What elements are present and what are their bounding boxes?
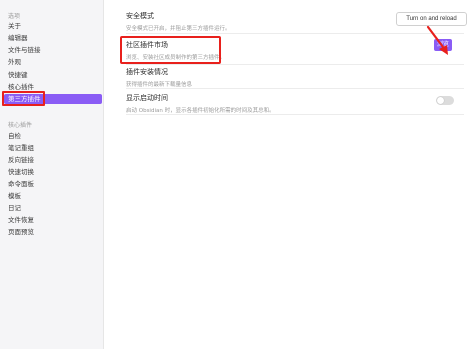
sidebar-item-files-links[interactable]: 文件与链接 [4, 45, 102, 55]
annotation-arrow-icon [426, 25, 448, 55]
settings-sidebar: 选项 关于 编辑器 文件与链接 外观 快捷键 核心插件 第三方插件 核心插件 自… [0, 0, 104, 349]
show-startup-time-desc: 启动 Obsidian 时，显示各插件初始化所需的时间及其总和。 [126, 108, 275, 114]
sidebar-item-page-preview[interactable]: 页面预览 [4, 227, 102, 237]
sidebar-item-file-recovery[interactable]: 文件恢复 [4, 215, 102, 225]
settings-content: 安全模式 安全模式已开启，并阻止第三方插件运行。 Turn on and rel… [105, 0, 474, 349]
setting-show-startup-time: 显示启动时间 启动 Obsidian 时，显示各插件初始化所需的时间及其总和。 [126, 93, 461, 114]
sidebar-item-backlinks[interactable]: 反向链接 [4, 155, 102, 165]
show-startup-time-toggle[interactable] [436, 96, 454, 105]
install-status-desc: 获得插件的最新下载量信息 [126, 82, 193, 88]
show-startup-time-title: 显示启动时间 [126, 94, 168, 102]
divider [126, 88, 464, 89]
sidebar-item-daily-notes[interactable]: 日记 [4, 203, 102, 213]
options-heading: 选项 [8, 13, 21, 20]
install-status-title: 插件安装情况 [126, 68, 168, 76]
annotation-highlight-box [120, 36, 221, 64]
sidebar-item-hotkeys[interactable]: 快捷键 [4, 70, 102, 80]
turn-on-and-reload-button[interactable]: Turn on and reload [396, 12, 467, 26]
core-plugins-heading: 核心插件 [8, 122, 33, 129]
sidebar-item-command-palette[interactable]: 命令面板 [4, 179, 102, 189]
sidebar-item-about[interactable]: 关于 [4, 21, 102, 31]
sidebar-item-quick-switcher[interactable]: 快速切换 [4, 167, 102, 177]
divider [126, 64, 464, 65]
sidebar-item-templates[interactable]: 模板 [4, 191, 102, 201]
sidebar-item-appearance[interactable]: 外观 [4, 57, 102, 67]
setting-install-status: 插件安装情况 获得插件的最新下载量信息 [126, 67, 461, 88]
divider [126, 114, 464, 115]
toggle-knob [437, 97, 444, 104]
sidebar-item-self-check[interactable]: 自检 [4, 131, 102, 141]
divider [126, 33, 464, 34]
annotation-highlight-box [2, 91, 45, 106]
sidebar-item-note-composer[interactable]: 笔记重组 [4, 143, 102, 153]
sidebar-item-editor[interactable]: 编辑器 [4, 33, 102, 43]
